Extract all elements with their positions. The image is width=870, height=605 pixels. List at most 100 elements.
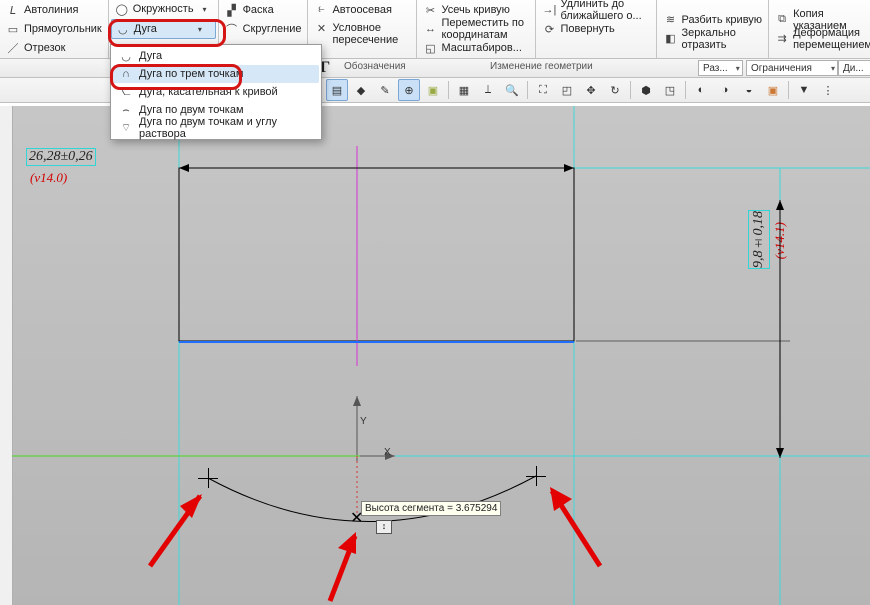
cmd-deform[interactable]: ⇉Деформация перемещением: [771, 30, 870, 48]
cmd-cond-intersect[interactable]: ✕ Условное пересечение: [310, 20, 414, 58]
arctg-icon: ⦦: [119, 85, 133, 99]
cmd-label: Деформация перемещением: [793, 27, 870, 51]
arc2a-icon: ⌔: [119, 121, 133, 135]
dropdown-icon: ▾: [193, 22, 207, 36]
drop-label: Ди...: [843, 63, 864, 74]
drawing-canvas[interactable]: 26,28±0,26 (v14.0) 9,8±0,18 (v14.1): [0, 106, 870, 605]
separator: [685, 81, 686, 99]
band-notes[interactable]: Обозначения: [344, 61, 406, 72]
qi-grid[interactable]: ▦: [453, 79, 475, 101]
drop-label: Ограничения: [751, 63, 812, 74]
dropdown-icon: ▾: [198, 2, 212, 16]
qi-ruler[interactable]: ⟘: [477, 79, 499, 101]
qi-3d[interactable]: ⬢: [635, 79, 657, 101]
menu-label: Дуга: [139, 50, 162, 62]
cmd-label: Автоосевая: [332, 4, 392, 16]
qi-layer[interactable]: ▤: [326, 79, 348, 101]
qi-view1[interactable]: ◐: [690, 79, 712, 101]
cmd-circle[interactable]: ◯Окружность▾: [111, 0, 216, 18]
trim-icon: ✂: [423, 3, 437, 17]
mirror-icon: ◧: [663, 32, 677, 46]
qi-target[interactable]: ⊕: [398, 79, 420, 101]
menu-label: Дуга по трем точкам: [139, 68, 243, 80]
cmd-extend[interactable]: →|Удлинить до ближайшего о...: [538, 1, 654, 19]
ribbon-group-geometry1: 𝘓Автолиния ▭Прямоугольник ／ Отрезок: [0, 0, 109, 58]
annotation-arrow-3: [540, 481, 620, 576]
cmd-fillet[interactable]: ⌒ Скругление: [221, 20, 306, 38]
ribbon-group-edit3: ≋Разбить кривую ◧Зеркально отразить: [657, 0, 769, 58]
cmd-label: Масштабиров...: [441, 42, 521, 54]
cmd-autoaxis[interactable]: ⥼Автоосевая: [310, 1, 414, 19]
line-icon: ／: [6, 41, 20, 55]
qi-image[interactable]: ▣: [762, 79, 784, 101]
separator: [448, 81, 449, 99]
separator: [527, 81, 528, 99]
menu-arc[interactable]: ◡ Дуга: [113, 47, 319, 65]
copy-icon: ⧉: [775, 13, 789, 27]
annotation-arrow-1: [140, 486, 220, 576]
cmd-label: Скругление: [243, 23, 302, 35]
scale-icon: ◱: [423, 41, 437, 55]
chamfer-icon: ▞: [225, 3, 239, 17]
drop-constraints[interactable]: Ограничения: [746, 60, 838, 76]
cmd-label: Дуга: [134, 23, 157, 35]
cmd-label: Отрезок: [24, 42, 65, 54]
arc-icon: ◡: [119, 49, 133, 63]
qi-orbit[interactable]: ↻: [604, 79, 626, 101]
autoline-icon: 𝘓: [6, 3, 20, 17]
drop-label: Раз...: [703, 63, 728, 74]
ribbon-group-axis: ⥼Автоосевая ✕ Условное пересечение: [308, 0, 417, 58]
menu-label: Дуга, касательная к кривой: [139, 86, 278, 98]
menu-arc-tangent[interactable]: ⦦ Дуга, касательная к кривой: [113, 83, 319, 101]
qi-eraser[interactable]: ◆: [350, 79, 372, 101]
cmd-segment[interactable]: ／ Отрезок: [2, 39, 106, 57]
fillet-icon: ⌒: [225, 22, 239, 36]
cmd-scale[interactable]: ◱ Масштабиров...: [419, 39, 533, 57]
ribbon-group-edit2: →|Удлинить до ближайшего о... ⟳Повернуть: [536, 0, 657, 58]
qi-view3[interactable]: ◒: [738, 79, 760, 101]
cmd-label: Окружность: [133, 3, 194, 15]
move-icon: ↔: [423, 22, 437, 36]
segment-height-tooltip: Высота сегмента = 3.675294: [361, 501, 501, 516]
cmd-rotate[interactable]: ⟳Повернуть: [538, 20, 654, 38]
cmd-label: Зеркально отразить: [681, 27, 751, 51]
rect-icon: ▭: [6, 22, 20, 36]
qi-pan[interactable]: ✥: [580, 79, 602, 101]
qi-color[interactable]: ▣: [422, 79, 444, 101]
menu-label: Дуга по двум точкам: [139, 104, 244, 116]
axis-y-label: Y: [360, 416, 367, 427]
menu-arc-2points-angle[interactable]: ⌔Дуга по двум точкам и углу раствора: [113, 119, 319, 137]
qi-zoomwin[interactable]: ◰: [556, 79, 578, 101]
cmd-label: Усечь кривую: [441, 4, 509, 16]
qi-filter[interactable]: ▼: [793, 79, 815, 101]
qi-zoom[interactable]: 🔍: [501, 79, 523, 101]
drop-diag[interactable]: Ди...: [838, 60, 870, 76]
extend-icon: →|: [542, 3, 556, 17]
cmd-label: Переместить по координатам: [441, 17, 529, 41]
menu-arc-3points[interactable]: ∩Дуга по трем точкам: [113, 65, 319, 83]
cmd-label: Повернуть: [560, 23, 614, 35]
cmd-chamfer[interactable]: ▞Фаска: [221, 1, 306, 19]
ribbon-group-edit4: ⧉Копия указанием ⇉Деформация перемещение…: [769, 0, 870, 58]
qi-view2[interactable]: ◑: [714, 79, 736, 101]
cmd-rectangle[interactable]: ▭Прямоугольник: [2, 20, 106, 38]
cmd-move-coord[interactable]: ↔ Переместить по координатам: [419, 20, 533, 38]
split-icon: ≋: [663, 13, 677, 27]
drop-size[interactable]: Раз...: [698, 60, 743, 76]
axis-x-label: X: [384, 447, 391, 458]
intersect-icon: ✕: [314, 22, 328, 36]
qi-pencil[interactable]: ✎: [374, 79, 396, 101]
cmd-label: Условное пересечение: [332, 22, 410, 46]
band-change[interactable]: Изменение геометрии: [490, 61, 593, 72]
qi-cube[interactable]: ◳: [659, 79, 681, 101]
arc-point-1: [198, 468, 218, 488]
separator: [630, 81, 631, 99]
separator: [788, 81, 789, 99]
qi-zoomfit[interactable]: ⛶: [532, 79, 554, 101]
qi-more[interactable]: ⋮: [817, 79, 839, 101]
cmd-mirror[interactable]: ◧ Зеркально отразить: [659, 30, 766, 48]
annotation-arrow-2: [310, 526, 380, 605]
arc-icon: ◡: [116, 22, 130, 36]
cmd-autoline[interactable]: 𝘓Автолиния: [2, 1, 106, 19]
cmd-arc[interactable]: ◡ Дуга ▾: [111, 19, 216, 39]
